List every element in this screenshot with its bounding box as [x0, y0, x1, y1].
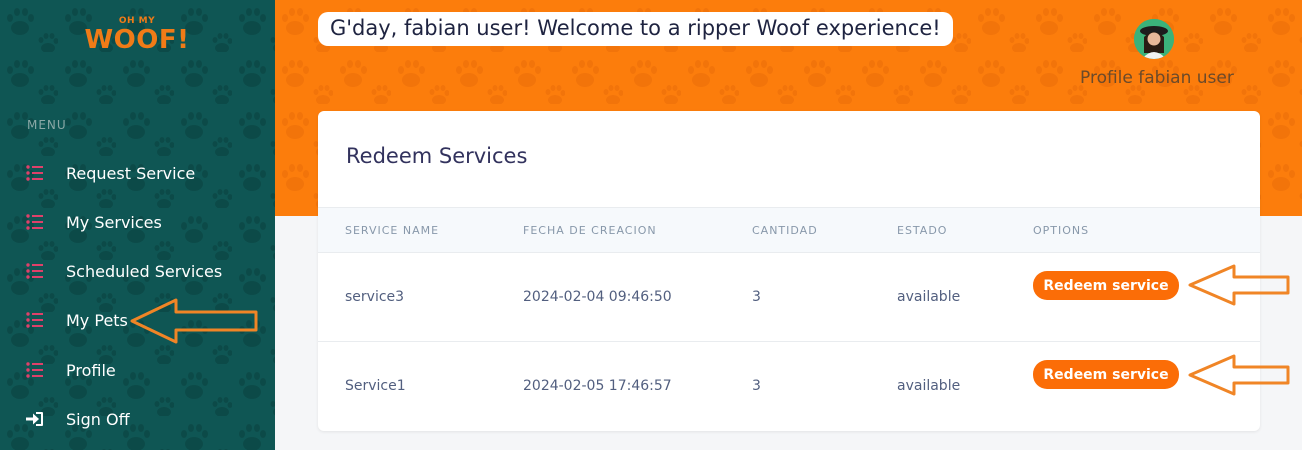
- cell-status: available: [897, 378, 961, 394]
- cell-status: available: [897, 289, 961, 305]
- sidebar-item-label: My Services: [66, 212, 162, 232]
- column-header-cantidad: CANTIDAD: [752, 224, 818, 237]
- avatar[interactable]: [1134, 19, 1174, 59]
- table-header: SERVICE NAME FECHA DE CREACION CANTIDAD …: [318, 207, 1260, 253]
- sidebar-item-label: Request Service: [66, 163, 196, 183]
- sidebar-item-label: Scheduled Services: [66, 261, 223, 281]
- card-title: Redeem Services: [346, 144, 528, 168]
- cell-service-name: service3: [345, 289, 405, 305]
- list-icon: [26, 213, 44, 231]
- cell-creation-date: 2024-02-04 09:46:50: [523, 289, 672, 305]
- cell-quantity: 3: [752, 289, 761, 305]
- table-row: Service1 2024-02-05 17:46:57 3 available…: [318, 342, 1260, 431]
- sidebar-item-profile[interactable]: Profile: [0, 352, 275, 388]
- list-icon: [26, 262, 44, 280]
- sidebar-item-my-pets[interactable]: My Pets: [0, 302, 275, 338]
- column-header-fecha-de-creacion: FECHA DE CREACION: [523, 224, 657, 237]
- sidebar-item-my-services[interactable]: My Services: [0, 204, 275, 240]
- sign-in-icon: [26, 410, 44, 428]
- profile-link[interactable]: Profile fabian user: [1080, 68, 1234, 88]
- column-header-estado: ESTADO: [897, 224, 948, 237]
- sidebar-item-label: My Pets: [66, 310, 128, 330]
- cell-quantity: 3: [752, 378, 761, 394]
- list-icon: [26, 361, 44, 379]
- sidebar-item-scheduled-services[interactable]: Scheduled Services: [0, 253, 275, 289]
- sidebar: OH MY WOOF! MENU Request Service My Serv…: [0, 0, 275, 450]
- redeem-services-card: Redeem Services SERVICE NAME FECHA DE CR…: [318, 111, 1260, 431]
- list-icon: [26, 164, 44, 182]
- welcome-greeting: G'day, fabian user! Welcome to a ripper …: [318, 12, 953, 46]
- list-icon: [26, 311, 44, 329]
- sidebar-item-label: Profile: [66, 360, 116, 380]
- oh-my-woof-logo[interactable]: OH MY WOOF!: [84, 16, 190, 62]
- menu-title: MENU: [27, 118, 67, 132]
- sidebar-item-sign-off[interactable]: Sign Off: [0, 401, 275, 437]
- column-header-service-name: SERVICE NAME: [345, 224, 440, 237]
- column-header-options: OPTIONS: [1033, 224, 1090, 237]
- cell-creation-date: 2024-02-05 17:46:57: [523, 378, 672, 394]
- sidebar-item-request-service[interactable]: Request Service: [0, 155, 275, 191]
- redeem-service-button[interactable]: Redeem service: [1033, 360, 1179, 389]
- cell-service-name: Service1: [345, 378, 406, 394]
- logo-main-text: WOOF!: [84, 25, 190, 55]
- redeem-service-button[interactable]: Redeem service: [1033, 271, 1179, 300]
- sidebar-item-label: Sign Off: [66, 409, 130, 429]
- table-row: service3 2024-02-04 09:46:50 3 available…: [318, 253, 1260, 342]
